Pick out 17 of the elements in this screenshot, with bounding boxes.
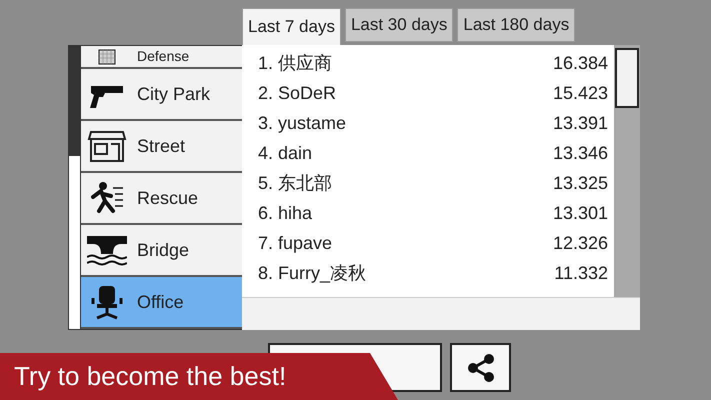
player-score: 13.325 [552,172,608,194]
player-name: 5. 东北部 [258,172,332,194]
player-name: 6. hiha [258,202,312,224]
player-name: 8. Furry_凌秋 [258,262,366,285]
player-score: 13.301 [552,202,608,224]
player-score: 12.326 [552,232,608,254]
player-name: 7. fupave [258,232,332,255]
player-score: 13.346 [552,142,608,164]
promo-toast: Try to become the best! [0,353,398,400]
player-name: 1. 供应商 [258,52,332,74]
player-score: 11.332 [554,262,608,284]
player-name: 2. SoDeR [258,82,336,104]
player-name: 3. yustame [258,112,346,135]
player-score: 15.423 [552,82,608,104]
player-name: 4. dain [258,142,312,164]
player-score: 16.384 [552,52,608,74]
player-score: 13.391 [552,112,608,134]
